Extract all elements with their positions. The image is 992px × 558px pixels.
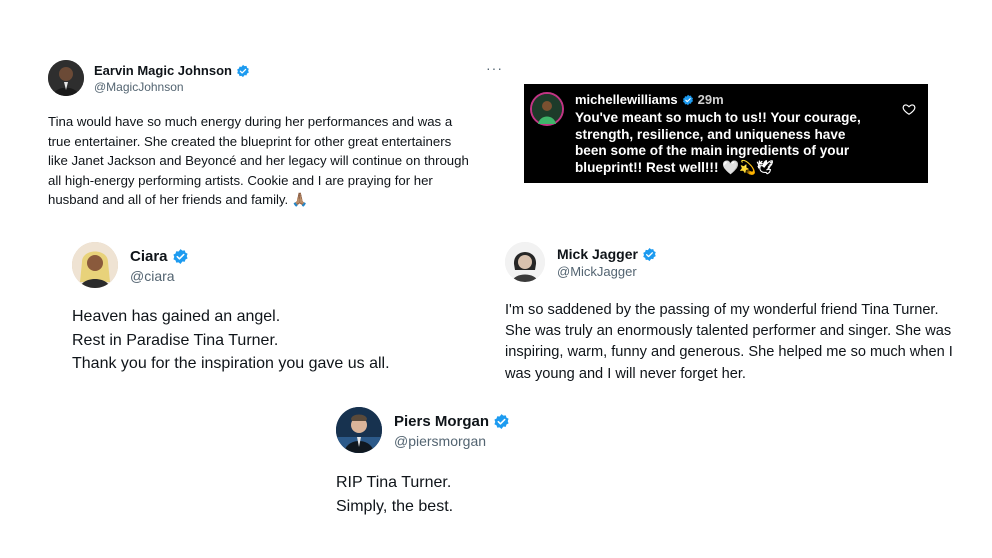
display-name-text: Ciara <box>130 248 168 265</box>
comment-text: You've meant so much to us!! Your courag… <box>575 110 905 176</box>
handle[interactable]: @piersmorgan <box>394 433 486 449</box>
tweet-text: I'm so saddened by the passing of my won… <box>505 300 953 385</box>
tweet-text-line: She was truly an enormously talented per… <box>505 323 952 340</box>
tweet-text-line: was young and I will never forget her. <box>505 365 746 382</box>
verified-badge-icon <box>494 414 509 429</box>
tweet-text-line: husband and all of her friends and famil… <box>48 192 309 207</box>
person-photo-icon <box>48 60 84 96</box>
handle[interactable]: @ciara <box>130 268 175 284</box>
comment-text-line: You've meant so much to us!! Your courag… <box>575 110 861 125</box>
comment-text-line: been some of the main ingredients of you… <box>575 143 850 158</box>
avatar[interactable] <box>48 60 84 96</box>
heart-outline-icon[interactable] <box>902 102 916 116</box>
display-name-text: Mick Jagger <box>557 246 638 262</box>
avatar[interactable] <box>72 242 118 288</box>
verified-badge-icon <box>682 94 693 105</box>
handle[interactable]: @MagicJohnson <box>94 80 184 94</box>
tweet-text-line: Heaven has gained an angel. <box>72 308 281 325</box>
tweet-text-line: all high-energy performing artists. Cook… <box>48 172 433 188</box>
tweet-text: Tina would have so much energy during he… <box>48 112 508 210</box>
tweet-text: RIP Tina Turner. Simply, the best. <box>336 471 453 519</box>
instagram-username[interactable]: michellewilliams <box>575 92 678 107</box>
person-photo-icon <box>336 407 382 453</box>
person-photo-icon <box>505 242 545 282</box>
timestamp: 29m <box>697 92 724 107</box>
tweet-text: Heaven has gained an angel. Rest in Para… <box>72 305 390 376</box>
comment-text-line: blueprint!! Rest well!!! 🤍💫🕊 <box>575 159 774 175</box>
comment-text-line: strength, resilience, and uniqueness hav… <box>575 126 846 142</box>
instagram-username-row: michellewilliams 29m <box>575 92 724 107</box>
display-name[interactable]: Mick Jagger <box>557 246 657 262</box>
tweet-text-line: Simply, the best. <box>336 498 454 515</box>
display-name[interactable]: Earvin Magic Johnson <box>94 63 250 78</box>
verified-badge-icon <box>643 247 656 261</box>
handle[interactable]: @MickJagger <box>557 264 637 279</box>
verified-badge-icon <box>237 64 249 77</box>
avatar[interactable] <box>530 92 564 126</box>
tweet-text-line: true entertainer. She created the bluepr… <box>48 133 452 149</box>
avatar[interactable] <box>336 407 382 453</box>
avatar[interactable] <box>505 242 545 282</box>
person-photo-icon <box>532 94 562 124</box>
person-photo-icon <box>72 242 118 288</box>
tweet-text-line: RIP Tina Turner. <box>336 474 452 491</box>
verified-badge-icon <box>172 249 188 264</box>
tweet-text-line: inspiring, warm, funny and generous. She… <box>505 344 953 361</box>
display-name-text: Earvin Magic Johnson <box>94 63 232 78</box>
instagram-comment-card: michellewilliams 29m You've meant so muc… <box>524 84 928 183</box>
more-options-button[interactable]: ··· <box>486 60 503 76</box>
tweet-text-line: Rest in Paradise Tina Turner. <box>72 331 279 349</box>
tweet-text-line: I'm so saddened by the passing of my won… <box>505 302 939 318</box>
tweet-text-line: like Janet Jackson and Beyoncé and her l… <box>48 153 469 168</box>
tweet-text-line: Thank you for the inspiration you gave u… <box>72 355 390 372</box>
display-name-text: Piers Morgan <box>394 413 490 430</box>
tweet-text-line: Tina would have so much energy during he… <box>48 114 453 129</box>
display-name[interactable]: Piers Morgan <box>394 413 510 430</box>
display-name[interactable]: Ciara <box>130 248 189 265</box>
